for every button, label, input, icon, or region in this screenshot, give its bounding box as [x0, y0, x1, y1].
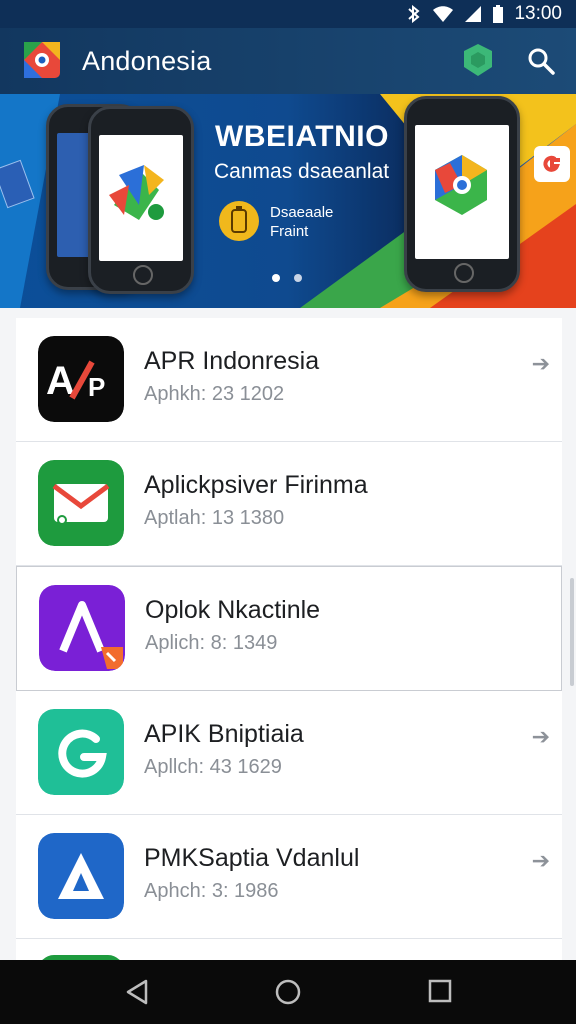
a-logo-icon [39, 585, 125, 671]
list-item[interactable]: A P APR Indonresia Aphkh: 23 1202 ➔ [16, 318, 562, 442]
signal-icon [465, 6, 482, 22]
banner-title: WBEIATNIO [215, 120, 389, 153]
status-time: 13:00 [514, 3, 562, 24]
status-bar: 13:00 [0, 0, 576, 28]
app-name: APR Indonresia [144, 347, 320, 375]
list-item[interactable]: PMKSaptia Vdanlul Aphch: 3: 1986 ➔ [16, 815, 562, 939]
chevron-right-icon[interactable]: ➔ [532, 351, 550, 377]
a-triangle-icon [38, 833, 124, 919]
battery-icon [493, 5, 504, 23]
phone-mockup-right [404, 96, 520, 292]
back-icon[interactable] [124, 978, 150, 1006]
app-meta: Aphch: 3: 1986 [144, 880, 279, 902]
carousel-dot-2[interactable] [294, 274, 302, 282]
chevron-right-icon[interactable]: ➔ [532, 724, 550, 750]
bluetooth-icon [408, 5, 421, 23]
svg-text:P: P [88, 372, 105, 402]
system-nav-bar [0, 960, 576, 1024]
google-g-icon [534, 146, 570, 182]
chevron-right-icon[interactable]: ➔ [532, 848, 550, 874]
app-meta: Aptlah: 13 1380 [144, 507, 285, 529]
phone-app-chrome-icon [435, 155, 487, 215]
apr-logo-icon: A P [38, 336, 124, 422]
banner-badge-icon [219, 201, 259, 241]
banner-badge-text: Dsaeaale Fraint [270, 204, 334, 240]
app-meta: Apllch: 43 1629 [144, 756, 282, 778]
app-name: Oplok Nkactinle [145, 596, 321, 624]
app-list: A P APR Indonresia Aphkh: 23 1202 ➔ Apli… [16, 318, 562, 970]
carousel-dot-1[interactable] [272, 274, 280, 282]
banner-subtitle: Canmas dsaeanlat [214, 160, 390, 183]
shield-icon[interactable] [462, 43, 494, 77]
wifi-icon [433, 6, 454, 22]
recents-icon[interactable] [428, 978, 452, 1004]
promo-banner[interactable]: WBEIATNIO Canmas dsaeanlat Dsaeaale Frai… [0, 94, 576, 308]
phone-mockup-front [88, 106, 194, 294]
app-name: PMKSaptia Vdanlul [144, 844, 360, 872]
app-bar: Andonesia [0, 28, 576, 94]
app-meta: Aphkh: 23 1202 [144, 383, 285, 405]
list-item[interactable]: APIK Bniptiaia Apllch: 43 1629 ➔ [16, 691, 562, 815]
search-icon[interactable] [527, 47, 555, 75]
app-logo-icon[interactable] [24, 42, 60, 78]
g-logo-icon [38, 709, 124, 795]
app-title: Andonesia [82, 46, 212, 76]
home-icon[interactable] [274, 978, 302, 1006]
app-meta: Aplich: 8: 1349 [145, 632, 278, 654]
scrollbar-thumb[interactable] [570, 578, 574, 686]
list-item[interactable]: Oplok Nkactinle Aplich: 8: 1349 [16, 566, 562, 691]
app-name: Aplickpsiver Firinma [144, 471, 368, 499]
app-name: APIK Bniptiaia [144, 720, 304, 748]
list-item[interactable]: Aplickpsiver Firinma Aptlah: 13 1380 [16, 442, 562, 566]
mail-icon [38, 460, 124, 546]
phone-app-logo-icon [109, 165, 164, 220]
